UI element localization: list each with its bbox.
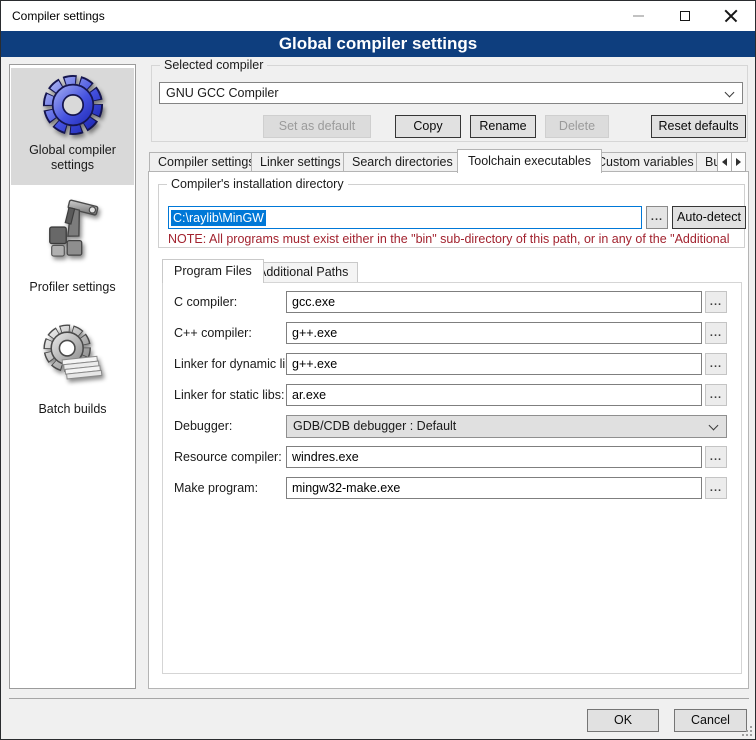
dynamic-linker-input[interactable]	[286, 353, 702, 375]
cpp-compiler-input[interactable]	[286, 322, 702, 344]
tab-scroll-left-icon	[718, 158, 727, 166]
compiler-select[interactable]: GNU GCC Compiler	[159, 82, 743, 104]
reset-defaults-button[interactable]: Reset defaults	[651, 115, 746, 138]
static-linker-input[interactable]	[286, 384, 702, 406]
make-program-browse-button[interactable]: ...	[705, 477, 727, 499]
gray-gear-stack-icon	[42, 323, 104, 385]
copy-button[interactable]: Copy	[395, 115, 461, 138]
tab-compiler-settings[interactable]: Compiler settings	[149, 152, 264, 172]
minimize-icon	[633, 15, 644, 17]
cpp-compiler-label: C++ compiler:	[174, 322, 252, 344]
group-legend: Compiler's installation directory	[167, 177, 348, 192]
tab-custom-variables[interactable]: Custom variables	[588, 152, 703, 172]
group-legend: Selected compiler	[160, 58, 267, 73]
make-program-input[interactable]	[286, 477, 702, 499]
resource-compiler-input[interactable]	[286, 446, 702, 468]
tab-additional-paths[interactable]: Additional Paths	[248, 262, 358, 282]
make-program-label: Make program:	[174, 477, 258, 499]
sidebar-item-label: Global compiler settings	[11, 143, 134, 173]
blue-gear-icon	[42, 74, 104, 136]
c-compiler-input[interactable]	[286, 291, 702, 313]
tab-linker-settings[interactable]: Linker settings	[251, 152, 350, 172]
browse-directory-button[interactable]: ...	[646, 206, 668, 229]
c-compiler-label: C compiler:	[174, 291, 237, 313]
maximize-button[interactable]	[662, 1, 708, 31]
caliper-icon	[42, 197, 104, 259]
tab-toolchain-executables[interactable]: Toolchain executables	[457, 149, 602, 173]
cancel-button[interactable]: Cancel	[674, 709, 747, 732]
cpp-compiler-browse-button[interactable]: ...	[705, 322, 727, 344]
close-button[interactable]	[708, 1, 754, 31]
tab-scroll-right-icon	[736, 158, 745, 166]
tab-program-files[interactable]: Program Files	[162, 259, 264, 283]
sidebar-item-label: Batch builds	[11, 402, 134, 417]
installation-directory-input[interactable]: C:\raylib\MinGW	[168, 206, 642, 229]
page-title: Global compiler settings	[1, 31, 755, 57]
close-icon	[724, 9, 738, 23]
tab-search-directories[interactable]: Search directories	[343, 152, 462, 172]
compiler-settings-dialog: Compiler settings Global compiler settin…	[0, 0, 756, 740]
bin-subdirectory-note: NOTE: All programs must exist either in …	[168, 232, 746, 246]
toolchain-executables-page: Compiler's installation directory C:\ray…	[148, 171, 749, 689]
titlebar[interactable]: Compiler settings	[1, 1, 755, 31]
dynamic-linker-browse-button[interactable]: ...	[705, 353, 727, 375]
settings-sidebar: Global compiler settings Pro	[9, 64, 136, 689]
sidebar-item-label: Profiler settings	[11, 280, 134, 295]
delete-button: Delete	[545, 115, 609, 138]
resize-grip[interactable]	[742, 726, 752, 736]
auto-detect-button[interactable]: Auto-detect	[672, 206, 746, 229]
dynamic-linker-label: Linker for dynamic libs:	[174, 353, 302, 375]
static-linker-browse-button[interactable]: ...	[705, 384, 727, 406]
sidebar-item-global-compiler-settings[interactable]: Global compiler settings	[11, 68, 134, 185]
compiler-select-value: GNU GCC Compiler	[166, 86, 279, 100]
chevron-down-icon	[709, 421, 719, 431]
tab-scroll-left-button[interactable]	[717, 152, 732, 172]
debugger-select[interactable]: GDB/CDB debugger : Default	[286, 415, 727, 438]
debugger-label: Debugger:	[174, 415, 232, 437]
tab-scroll-right-button[interactable]	[731, 152, 746, 172]
ok-button[interactable]: OK	[587, 709, 659, 732]
program-files-page: C compiler: ... C++ compiler: ... Linker…	[162, 282, 742, 674]
debugger-select-value: GDB/CDB debugger : Default	[293, 419, 456, 433]
resource-compiler-browse-button[interactable]: ...	[705, 446, 727, 468]
resource-compiler-label: Resource compiler:	[174, 446, 282, 468]
sidebar-item-batch-builds[interactable]: Batch builds	[11, 319, 134, 417]
window-title: Compiler settings	[12, 1, 105, 31]
c-compiler-browse-button[interactable]: ...	[705, 291, 727, 313]
footer-divider	[9, 698, 749, 699]
compiler-tabs: Compiler settings Linker settings Search…	[148, 149, 749, 172]
static-linker-label: Linker for static libs:	[174, 384, 284, 406]
sidebar-item-profiler-settings[interactable]: Profiler settings	[11, 189, 134, 295]
minimize-button[interactable]	[615, 1, 661, 31]
chevron-down-icon	[725, 88, 735, 98]
set-as-default-button: Set as default	[263, 115, 371, 138]
tab-scroll-buttons	[717, 152, 746, 172]
rename-button[interactable]: Rename	[470, 115, 536, 138]
maximize-icon	[680, 11, 690, 21]
selected-path-text: C:\raylib\MinGW	[171, 210, 266, 226]
